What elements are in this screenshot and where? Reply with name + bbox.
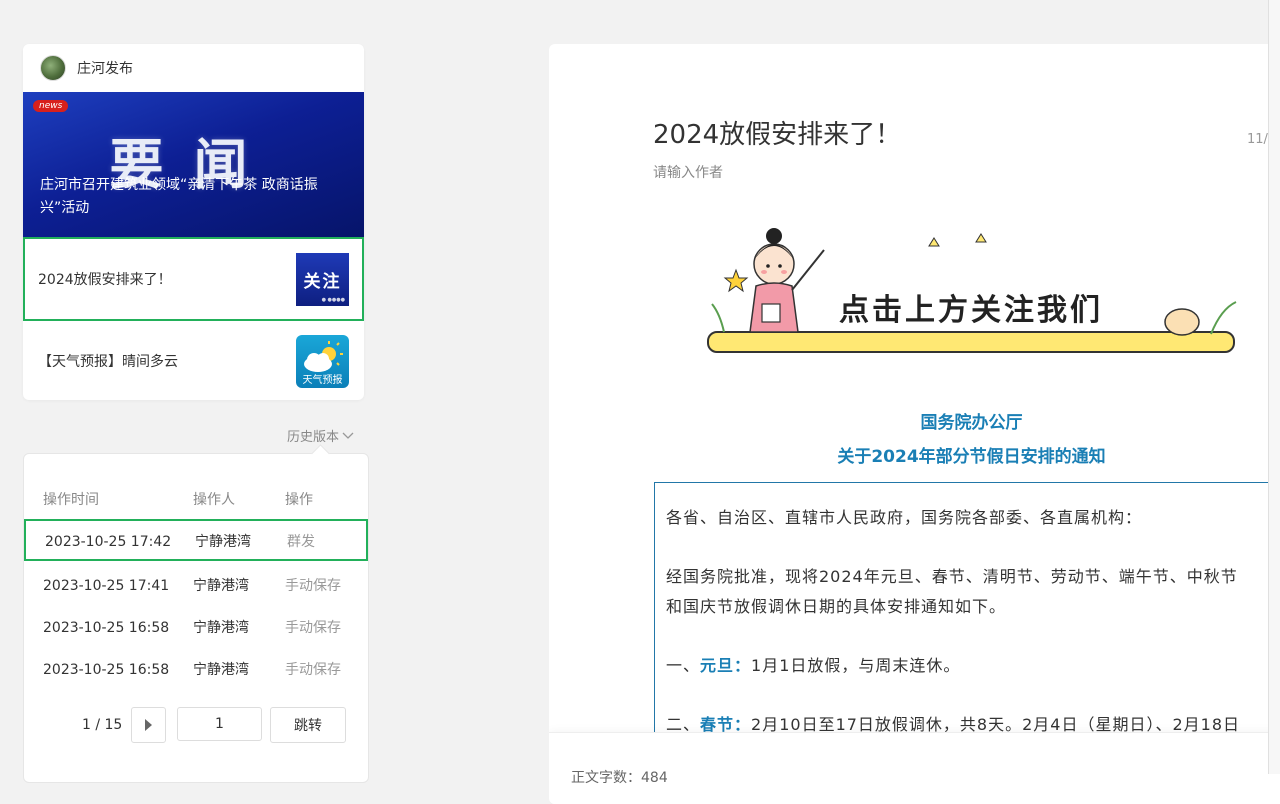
row-action: 手动保存 xyxy=(285,662,341,678)
notice-item-newyear: 一、元旦：1月1日放假，与周末连休。 xyxy=(666,651,1280,681)
account-header: 庄河发布 xyxy=(23,44,364,92)
history-version-toggle[interactable]: 历史版本 xyxy=(287,426,354,445)
notice-line: 和国庆节放假调休日期的具体安排通知如下。 xyxy=(666,597,1007,616)
history-panel: 操作时间 操作人 操作 2023-10-25 17:42 宁静港湾 群发 202… xyxy=(23,453,369,783)
column-header-operator: 操作人 xyxy=(193,492,235,508)
weather-thumbnail: 天气预报 xyxy=(296,334,349,388)
account-avatar xyxy=(40,55,66,81)
article-title: 2024放假安排来了！ xyxy=(653,120,902,150)
page-number-input[interactable] xyxy=(177,707,262,741)
word-count: 正文字数：484 xyxy=(571,770,668,786)
row-time: 2023-10-25 17:42 xyxy=(45,534,172,550)
row-time: 2023-10-25 16:58 xyxy=(43,662,170,678)
sub-article-title: 【天气预报】晴间多云 xyxy=(38,354,178,370)
article-footer: 正文字数：484 xyxy=(549,732,1280,804)
window-scrollbar[interactable] xyxy=(1268,0,1280,774)
row-action: 群发 xyxy=(287,534,315,550)
chevron-down-icon xyxy=(342,432,354,439)
notice-line: 经国务院批准，现将2024年元旦、春节、清明节、劳动节、端午节、中秋节 xyxy=(666,567,1238,586)
notice-paragraph: 经国务院批准，现将2024年元旦、春节、清明节、劳动节、端午节、中秋节 和国庆节… xyxy=(666,562,1280,622)
weather-thumb-label: 天气预报 xyxy=(302,374,343,386)
item-key: 元旦： xyxy=(700,656,752,675)
row-action: 手动保存 xyxy=(285,578,341,594)
column-header-time: 操作时间 xyxy=(43,492,99,508)
notice-paragraph: 各省、自治区、直辖市人民政府，国务院各部委、各直属机构： xyxy=(666,508,1143,527)
row-action: 手动保存 xyxy=(285,620,341,636)
item-text: 1月1日放假，与周末连休。 xyxy=(751,656,961,675)
history-toggle-label: 历史版本 xyxy=(287,430,340,445)
sub-article-holiday[interactable]: 2024放假安排来了！ 关注 ● ●●●● xyxy=(23,237,364,321)
history-row[interactable]: 2023-10-25 17:41 宁静港湾 手动保存 xyxy=(24,565,368,607)
history-row[interactable]: 2023-10-25 16:58 宁静港湾 手动保存 xyxy=(24,607,368,649)
account-name: 庄河发布 xyxy=(77,61,133,77)
news-tag: news xyxy=(33,100,69,112)
next-page-button[interactable] xyxy=(131,707,166,743)
column-header-action: 操作 xyxy=(285,492,313,508)
row-operator: 宁静港湾 xyxy=(195,534,251,550)
article-thumbnail: 关注 ● ●●●● xyxy=(296,252,349,306)
banner-text: 点击上方关注我们 xyxy=(839,293,1103,328)
sub-article-title: 2024放假安排来了！ xyxy=(38,272,172,288)
lead-article-title: 庄河市召开建筑业领域“亲清下午茶 政商话振兴”活动 xyxy=(40,177,318,216)
history-table-header: 操作时间 操作人 操作 xyxy=(24,490,368,510)
item-number: 一、 xyxy=(666,656,701,675)
row-operator: 宁静港湾 xyxy=(193,662,249,678)
thumbnail-small-text: ● ●●●● xyxy=(321,296,345,303)
article-preview: 2024放假安排来了！ 11/ 请输入作者 点击上方关注我们 国务院办公厅 关于… xyxy=(549,44,1280,804)
row-operator: 宁静港湾 xyxy=(193,578,249,594)
author-field[interactable]: 请输入作者 xyxy=(653,162,723,182)
article-list-card: 庄河发布 news 要闻 庄河市召开建筑业领域“亲清下午茶 政商话振兴”活动 2… xyxy=(23,44,364,400)
history-row[interactable]: 2023-10-25 17:42 宁静港湾 群发 xyxy=(24,519,368,561)
jump-button[interactable]: 跳转 xyxy=(270,707,346,743)
row-time: 2023-10-25 16:58 xyxy=(43,620,170,636)
history-pager: 1 / 15 跳转 xyxy=(24,707,368,743)
notice-title: 关于2024年部分节假日安排的通知 xyxy=(837,447,1106,467)
notice-org: 国务院办公厅 xyxy=(920,413,1023,433)
history-row[interactable]: 2023-10-25 16:58 宁静港湾 手动保存 xyxy=(24,649,368,691)
page-count: 1 / 15 xyxy=(82,717,123,733)
triangle-right-icon xyxy=(145,719,152,731)
thumbnail-text: 关注 xyxy=(303,271,342,292)
follow-us-banner: 点击上方关注我们 xyxy=(707,228,1237,353)
row-operator: 宁静港湾 xyxy=(193,620,249,636)
row-time: 2023-10-25 17:41 xyxy=(43,578,170,594)
lead-article[interactable]: news 要闻 庄河市召开建筑业领域“亲清下午茶 政商话振兴”活动 xyxy=(23,92,364,237)
sub-article-weather[interactable]: 【天气预报】晴间多云 天气预报 xyxy=(23,321,364,400)
article-date: 11/ xyxy=(1247,132,1268,147)
